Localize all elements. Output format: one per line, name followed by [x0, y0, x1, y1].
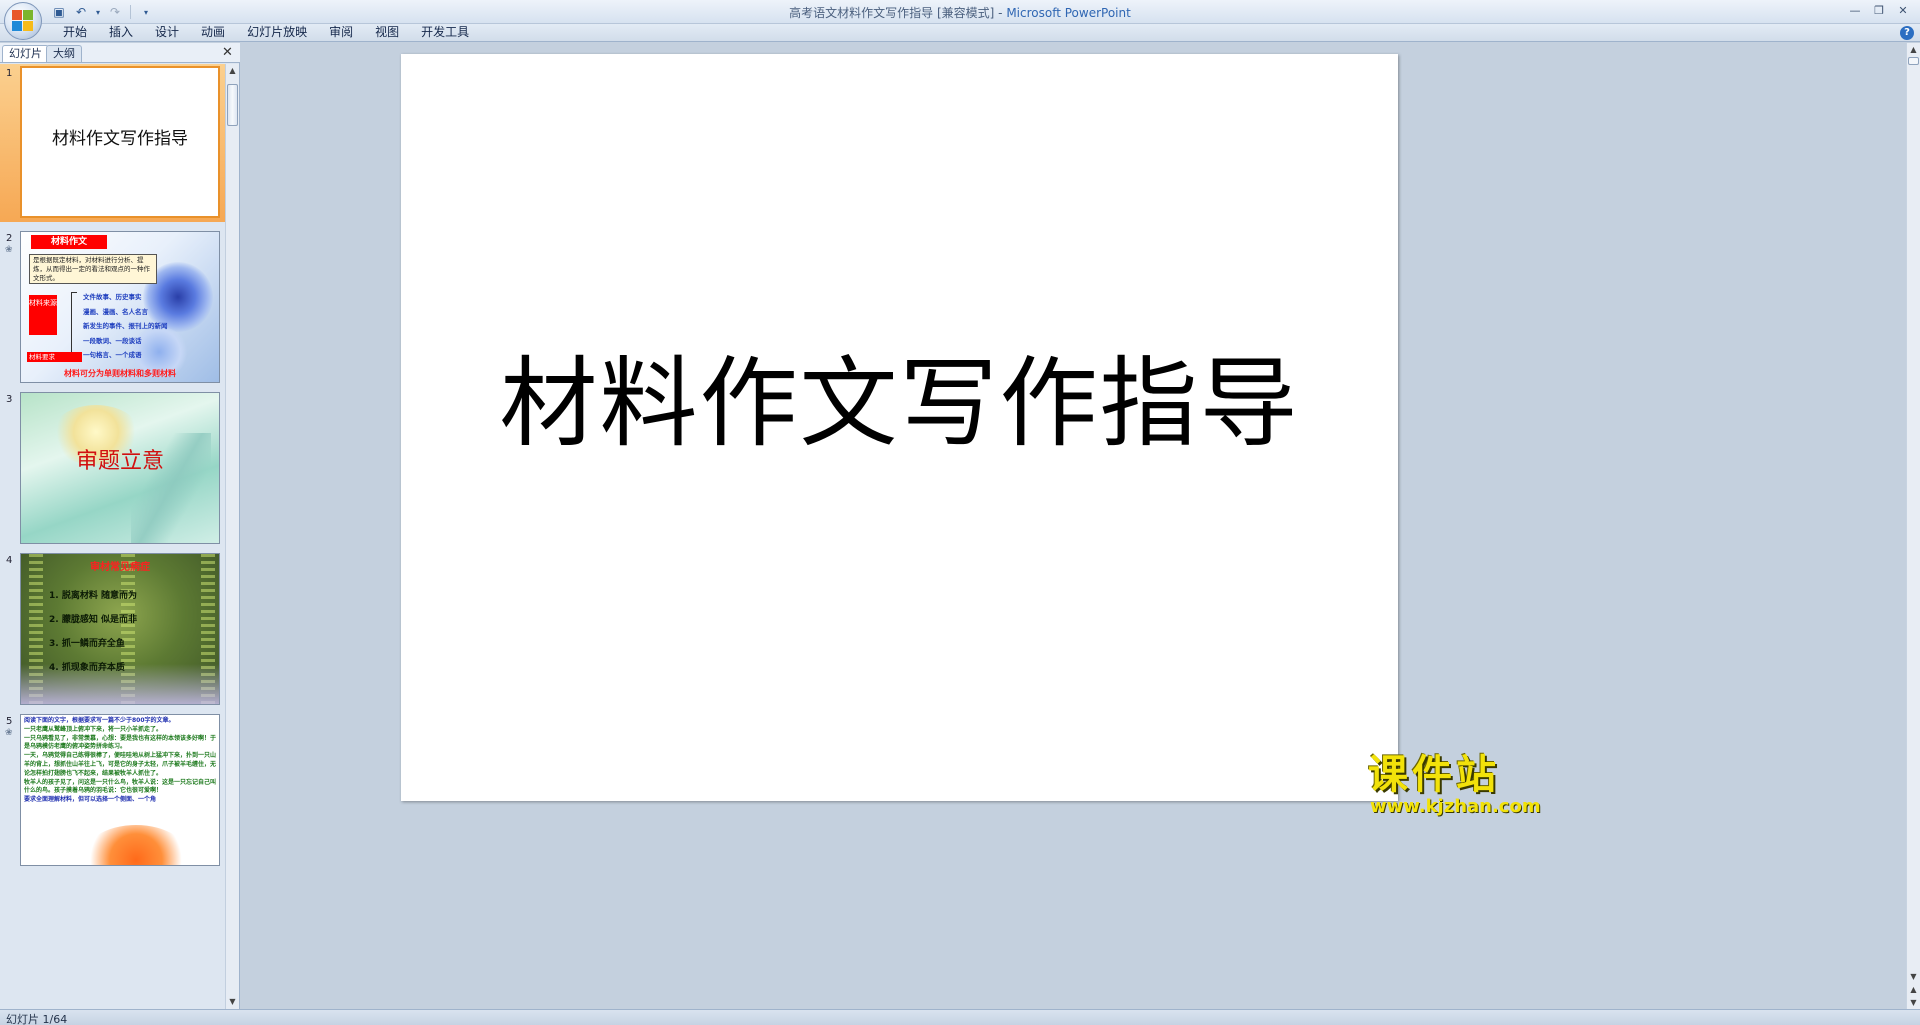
thumbnail-title: 材料作文写作指导	[52, 129, 188, 149]
status-bar: 幻灯片 1/64	[0, 1009, 1920, 1025]
slide-thumbnail-row[interactable]: 4 审材常见病症 1. 脱离材料 随意而为 2. 朦胧感知 似是而非 3. 抓一…	[0, 551, 226, 709]
slide-thumbnail[interactable]: 审材常见病症 1. 脱离材料 随意而为 2. 朦胧感知 似是而非 3. 抓一鳞而…	[20, 553, 220, 705]
definition-box: 是根据既定材料，对材料进行分析、提炼，从而得出一定的看法和观点的一种作文形式。	[29, 254, 157, 284]
office-logo-icon	[12, 10, 34, 32]
office-button[interactable]	[4, 2, 42, 40]
next-slide-icon[interactable]: ▼	[1907, 996, 1920, 1009]
source-label: 材料来源	[29, 295, 57, 335]
slide-thumbnail-row[interactable]: 1 材料作文写作指导	[0, 64, 226, 222]
brace-decoration	[71, 292, 77, 356]
tab-home[interactable]: 开始	[52, 24, 98, 42]
thumbnail-list: 1 材料作文写作指导 2 ❀ 材料作文 是根据既定材料，对材料进行分析、提炼，从…	[0, 64, 226, 1009]
slide-thumbnail-row[interactable]: 2 ❀ 材料作文 是根据既定材料，对材料进行分析、提炼，从而得出一定的看法和观点…	[0, 229, 226, 387]
symptom-list: 1. 脱离材料 随意而为 2. 朦胧感知 似是而非 3. 抓一鳞而弃全鱼 4. …	[49, 584, 137, 680]
slide-thumbnail[interactable]: 审题立意	[20, 392, 220, 544]
scroll-thumb[interactable]	[227, 84, 238, 126]
close-window-icon[interactable]: ✕	[1892, 2, 1914, 18]
tab-design[interactable]: 设计	[144, 24, 190, 42]
tab-review[interactable]: 审阅	[318, 24, 364, 42]
list-item: 1. 脱离材料 随意而为	[49, 591, 137, 601]
watermark-text: 课件站	[1368, 752, 1500, 798]
tab-developer[interactable]: 开发工具	[410, 24, 480, 42]
watermark-url: www.kjzhan.com	[1370, 796, 1541, 817]
list-item: 4. 抓现象而弃本质	[49, 663, 125, 673]
text-line: 牧羊人的孩子见了，问这是一只什么鸟，牧羊人说：这是一只忘记自己叫什么的鸟。孩子摸…	[24, 778, 217, 795]
tab-animations[interactable]: 动画	[190, 24, 236, 42]
thumbnail-title: 审材常见病症	[90, 562, 150, 573]
slide-number: 1	[6, 68, 13, 79]
thumbnail-header: 材料作文	[31, 235, 107, 249]
slide-number: 3	[6, 394, 13, 405]
text-line: 一只老鹰从鹫峰顶上俯冲下来，将一只小羊抓走了。	[24, 725, 163, 733]
slide-thumbnail[interactable]: 材料作文 是根据既定材料，对材料进行分析、提炼，从而得出一定的看法和观点的一种作…	[20, 231, 220, 383]
tab-insert[interactable]: 插入	[98, 24, 144, 42]
ribbon: 开始 插入 设计 动画 幻灯片放映 审阅 视图 开发工具 ?	[0, 24, 1920, 42]
watermark-logo: 课件站 www.kjzhan.com	[1364, 753, 1556, 821]
list-item: 2. 朦胧感知 似是而非	[49, 615, 137, 625]
list-item: 3. 抓一鳞而弃全鱼	[49, 639, 125, 649]
text-line: 一天，乌鸦觉得自己练得很棒了，便哇哇地从树上猛冲下来，扑到一只山羊的背上，想抓住…	[24, 752, 217, 777]
transition-icon: ❀	[5, 245, 13, 255]
slide-editor: 材料作文写作指导 ▲ ▼ ▲ ▼	[241, 43, 1920, 1009]
slide-thumbnail-row[interactable]: 5 ❀ 阅读下面的文字，根据要求写一篇不少于800字的文章。 一只老鹰从鹫峰顶上…	[0, 712, 226, 870]
slide-thumbnail[interactable]: 材料作文写作指导	[20, 66, 220, 218]
list-item: 漫画、漫画、名人名言	[83, 307, 148, 316]
previous-slide-icon[interactable]: ▲	[1907, 983, 1920, 996]
list-item: 文件故事、历史事实	[83, 293, 142, 301]
thumbnail-title: 审题立意	[75, 449, 164, 474]
thumbnail-text: 阅读下面的文字，根据要求写一篇不少于800字的文章。 一只老鹰从鹫峰顶上俯冲下来…	[24, 717, 216, 805]
help-icon[interactable]: ?	[1900, 26, 1914, 40]
scroll-up-icon[interactable]: ▲	[1907, 43, 1920, 56]
slide-number: 2	[6, 233, 13, 244]
flower-decoration	[81, 825, 191, 865]
slide-number: 5	[6, 716, 13, 727]
close-icon[interactable]: ✕	[221, 46, 234, 59]
list-item: 一句格言、一个成语	[83, 351, 142, 359]
tab-outline[interactable]: 大纲	[46, 45, 82, 62]
slide-title[interactable]: 材料作文写作指导	[401, 324, 1398, 466]
slides-panel: 幻灯片 大纲 ✕ 1 材料作文写作指导 2 ❀ 材料作文 是根据既定材料，对材料…	[0, 43, 240, 1009]
window-controls: — ❐ ✕	[1844, 2, 1914, 18]
minimize-icon[interactable]: —	[1844, 2, 1866, 18]
restore-icon[interactable]: ❐	[1868, 2, 1890, 18]
slide-thumbnail[interactable]: 阅读下面的文字，根据要求写一篇不少于800字的文章。 一只老鹰从鹫峰顶上俯冲下来…	[20, 714, 220, 866]
app-name: Microsoft PowerPoint	[1006, 6, 1131, 20]
editor-scrollbar[interactable]: ▲ ▼ ▲ ▼	[1906, 43, 1920, 1009]
requirement-label: 材料要求	[27, 352, 82, 362]
slide-count: 幻灯片 1/64	[6, 1013, 68, 1025]
text-line: 一只乌鸦看见了，非常羡慕，心想：要是我也有这样的本领该多好啊！于是乌鸦模仿老鹰的…	[24, 734, 217, 751]
source-list: 文件故事、历史事实 漫画、漫画、名人名言 新发生的事件、报刊上的新闻 一段歌词、…	[83, 290, 168, 363]
slide-canvas[interactable]: 材料作文写作指导	[401, 54, 1398, 801]
document-title: 高考语文材料作文写作指导 [兼容模式] -	[789, 6, 1007, 20]
thumbnail-footer: 材料可分为单则材料和多则材料	[64, 369, 176, 378]
tab-slides[interactable]: 幻灯片	[2, 45, 49, 62]
tab-view[interactable]: 视图	[364, 24, 410, 42]
scroll-thumb[interactable]	[1908, 57, 1919, 65]
window-title: 高考语文材料作文写作指导 [兼容模式] - Microsoft PowerPoi…	[0, 4, 1920, 21]
slide-thumbnail-row[interactable]: 3 审题立意	[0, 390, 226, 548]
scroll-down-icon[interactable]: ▼	[226, 995, 239, 1009]
tab-slideshow[interactable]: 幻灯片放映	[236, 24, 318, 42]
transition-icon: ❀	[5, 728, 13, 738]
title-bar: ▣ ↶ ▾ ↷ ▾ 高考语文材料作文写作指导 [兼容模式] - Microsof…	[0, 0, 1920, 24]
text-line: 阅读下面的文字，根据要求写一篇不少于800字的文章。	[24, 717, 175, 724]
thumbnail-scrollbar[interactable]: ▲ ▼	[225, 64, 239, 1009]
list-item: 一段歌词、一段谈话	[83, 336, 142, 345]
text-line: 要求全面理解材料，但可以选择一个侧面、一个角	[24, 796, 157, 804]
scroll-up-icon[interactable]: ▲	[226, 64, 239, 78]
slide-number: 4	[6, 555, 13, 566]
ribbon-tabs: 开始 插入 设计 动画 幻灯片放映 审阅 视图 开发工具	[52, 24, 480, 42]
panel-tabs: 幻灯片 大纲 ✕	[0, 43, 240, 63]
scroll-down-icon[interactable]: ▼	[1907, 970, 1920, 983]
list-item: 新发生的事件、报刊上的新闻	[83, 322, 168, 330]
